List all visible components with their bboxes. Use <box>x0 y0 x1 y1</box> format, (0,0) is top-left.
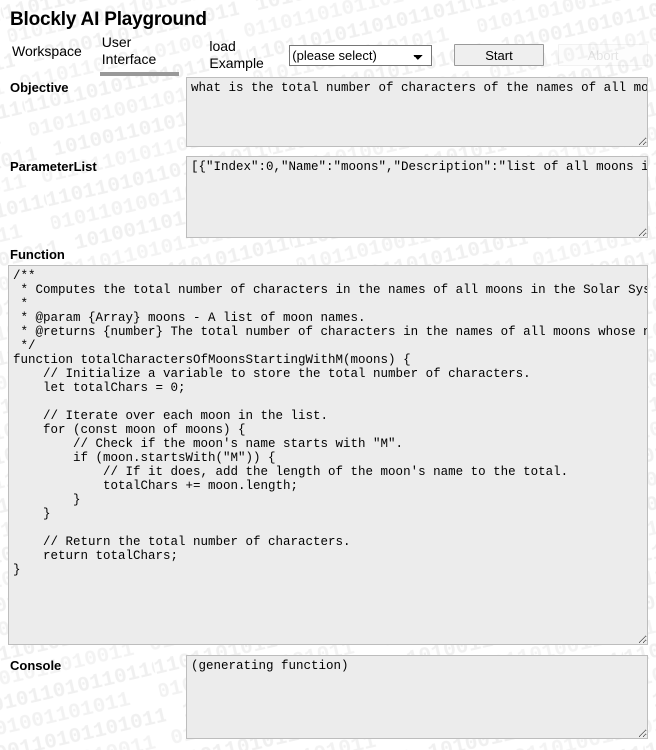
load-example-select[interactable]: (please select) <box>289 44 432 66</box>
start-button[interactable]: Start <box>453 44 544 66</box>
objective-input[interactable] <box>186 77 648 147</box>
function-label: Function <box>10 247 65 262</box>
page-title: Blockly AI Playground <box>10 9 207 30</box>
abort-button: Abort <box>557 44 648 66</box>
parameter-list-row: ParameterList <box>8 156 648 238</box>
console-output[interactable] <box>186 655 648 739</box>
page-container: Blockly AI Playground Workspace User Int… <box>0 0 656 739</box>
console-label: Console <box>10 658 62 673</box>
parameter-list-input[interactable] <box>186 156 648 238</box>
parameter-list-label: ParameterList <box>10 159 97 174</box>
toolbar: Workspace User Interface load Example (p… <box>10 34 648 76</box>
objective-row: Objective <box>8 77 648 147</box>
console-row: Console <box>8 655 648 739</box>
tab-workspace[interactable]: Workspace <box>10 43 84 68</box>
objective-label: Objective <box>10 80 69 95</box>
function-section: Function <box>8 247 648 648</box>
load-example-label: load Example <box>209 38 264 71</box>
function-code-input[interactable] <box>8 265 648 645</box>
tab-user-interface[interactable]: User Interface <box>99 34 180 76</box>
